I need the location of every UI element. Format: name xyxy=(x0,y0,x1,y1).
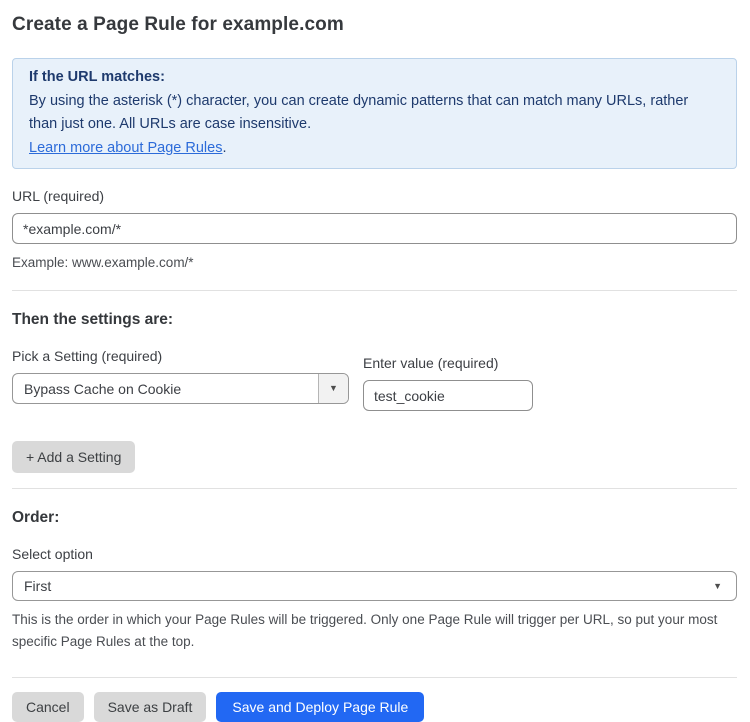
setting-value-column: Enter value (required) xyxy=(363,329,533,411)
order-select-value: First xyxy=(13,578,713,594)
settings-section-heading: Then the settings are: xyxy=(12,311,737,329)
setting-select-value: Bypass Cache on Cookie xyxy=(13,381,318,397)
order-helper-text: This is the order in which your Page Rul… xyxy=(12,609,737,653)
chevron-down-icon: ▼ xyxy=(713,582,722,591)
info-box-link-line: Learn more about Page Rules. xyxy=(29,137,720,161)
chevron-down-icon: ▼ xyxy=(329,384,338,393)
learn-more-link[interactable]: Learn more about Page Rules xyxy=(29,140,222,156)
add-setting-button[interactable]: + Add a Setting xyxy=(12,441,135,473)
url-matches-info-box: If the URL matches: By using the asteris… xyxy=(12,58,737,169)
info-box-body: By using the asterisk (*) character, you… xyxy=(29,90,720,137)
setting-select-column: Pick a Setting (required) Bypass Cache o… xyxy=(12,329,349,404)
link-period: . xyxy=(222,140,226,156)
value-field-label: Enter value (required) xyxy=(363,355,533,371)
save-and-deploy-button[interactable]: Save and Deploy Page Rule xyxy=(216,692,424,722)
order-select-label: Select option xyxy=(12,546,737,562)
divider xyxy=(12,488,737,489)
divider xyxy=(12,290,737,291)
setting-select-arrow-button[interactable]: ▼ xyxy=(318,374,348,403)
url-field-label: URL (required) xyxy=(12,188,737,204)
info-box-heading: If the URL matches: xyxy=(29,66,720,90)
divider xyxy=(12,677,737,678)
order-section-heading: Order: xyxy=(12,509,737,527)
url-input[interactable] xyxy=(12,213,737,244)
order-select[interactable]: First ▼ xyxy=(12,571,737,601)
url-example-helper: Example: www.example.com/* xyxy=(12,252,737,274)
footer-button-row: Cancel Save as Draft Save and Deploy Pag… xyxy=(12,692,737,722)
setting-value-input[interactable] xyxy=(363,380,533,411)
cancel-button[interactable]: Cancel xyxy=(12,692,84,722)
page-title: Create a Page Rule for example.com xyxy=(12,14,737,36)
order-select-arrow: ▼ xyxy=(713,582,736,591)
save-as-draft-button[interactable]: Save as Draft xyxy=(94,692,207,722)
setting-select[interactable]: Bypass Cache on Cookie ▼ xyxy=(12,373,349,404)
create-page-rule-form: Create a Page Rule for example.com If th… xyxy=(0,0,750,722)
setting-select-label: Pick a Setting (required) xyxy=(12,348,349,364)
settings-row: Pick a Setting (required) Bypass Cache o… xyxy=(12,329,737,411)
